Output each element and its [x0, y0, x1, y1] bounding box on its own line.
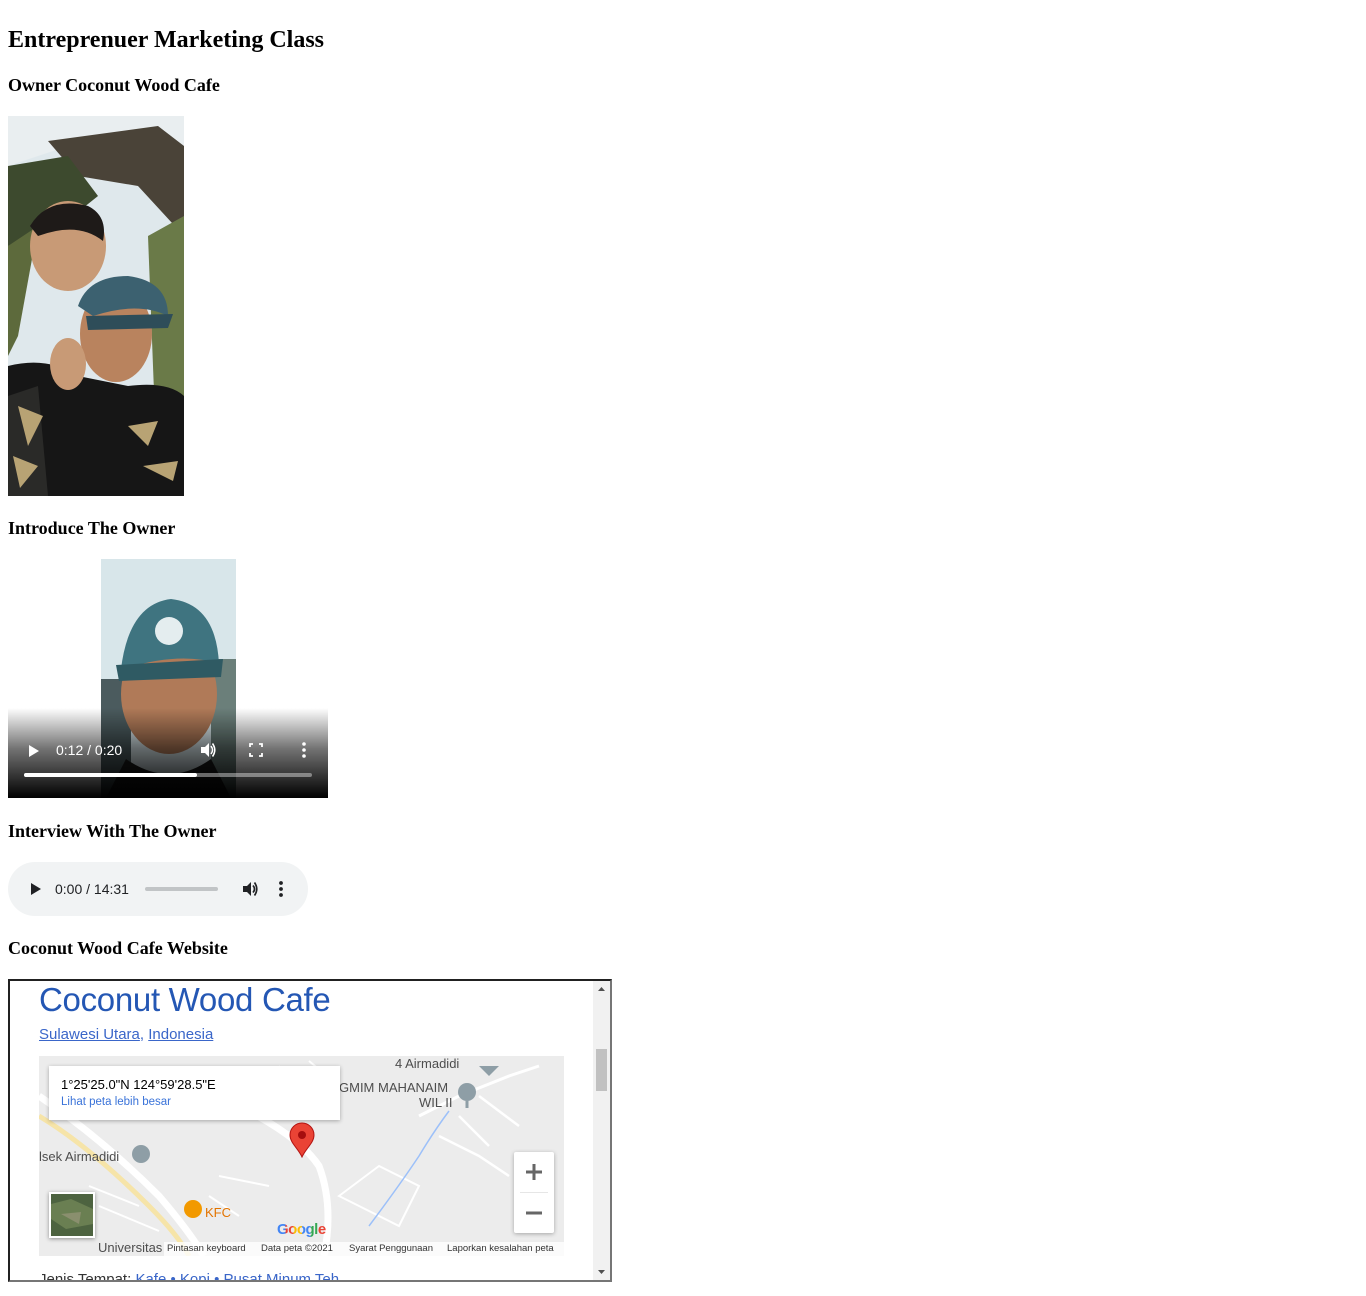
audio-heading: Interview With The Owner: [8, 821, 217, 841]
map-coords: 1°25'25.0"N 124°59'28.5"E: [61, 1077, 216, 1092]
google-map[interactable]: 4 Airmadidi GMIM MAHANAIM WIL II lsek Ai…: [39, 1056, 564, 1256]
zoom-in-icon[interactable]: [514, 1152, 554, 1192]
map-label: WIL II: [419, 1095, 453, 1110]
map-label: KFC: [205, 1205, 231, 1220]
map-footer: Pintasan keyboard Data peta ©2021 Syarat…: [164, 1242, 564, 1256]
play-icon[interactable]: [24, 742, 42, 760]
website-iframe[interactable]: Coconut Wood Cafe Sulawesi Utara, Indone…: [8, 979, 612, 1282]
page-title: Entreprenuer Marketing Class: [8, 27, 324, 53]
place-type-label: Jenis Tempat:: [39, 1271, 132, 1282]
place-type: Jenis Tempat: Kafe • Kopi • Pusat Minum …: [39, 1271, 339, 1282]
larger-map-link[interactable]: Lihat peta lebih besar: [61, 1096, 171, 1108]
google-logo: Google: [277, 1221, 326, 1238]
more-vert-icon[interactable]: [300, 741, 308, 759]
map-info-card: 1°25'25.0"N 124°59'28.5"E Lihat peta leb…: [49, 1066, 340, 1120]
map-label: lsek Airmadidi: [39, 1149, 120, 1164]
map-zoom-control: [514, 1152, 554, 1233]
location-link-country[interactable]: Indonesia: [148, 1026, 213, 1043]
video-heading: Introduce The Owner: [8, 518, 176, 538]
video-time: 0:12 / 0:20: [56, 742, 123, 758]
website-heading: Coconut Wood Cafe Website: [8, 938, 228, 958]
zoom-out-icon[interactable]: [514, 1193, 554, 1233]
map-label: GMIM MAHANAIM: [339, 1080, 449, 1095]
keyboard-shortcuts-link[interactable]: Pintasan keyboard: [167, 1243, 246, 1254]
map-label: 4 Airmadidi: [395, 1056, 460, 1071]
site-location: Sulawesi Utara, Indonesia: [39, 1026, 213, 1043]
volume-icon[interactable]: [199, 741, 217, 759]
scroll-up-icon[interactable]: [593, 981, 610, 998]
play-icon[interactable]: [26, 880, 44, 898]
scroll-down-icon[interactable]: [593, 1263, 610, 1280]
map-data-label: Data peta ©2021: [261, 1243, 333, 1254]
satellite-toggle[interactable]: [49, 1192, 95, 1238]
owner-heading: Owner Coconut Wood Cafe: [8, 75, 220, 95]
location-link-province[interactable]: Sulawesi Utara: [39, 1026, 140, 1043]
scrollbar-thumb[interactable]: [596, 1049, 607, 1091]
video-progress-bar[interactable]: [24, 773, 312, 777]
map-pin-icon[interactable]: [289, 1122, 315, 1158]
location-separator: ,: [139, 1026, 149, 1043]
fullscreen-icon[interactable]: [248, 741, 264, 759]
report-error-link[interactable]: Laporkan kesalahan peta: [447, 1243, 554, 1254]
video-player[interactable]: 0:12 / 0:20: [8, 559, 328, 798]
audio-player[interactable]: 0:00 / 14:31: [8, 862, 308, 916]
google-logo-text: Google: [277, 1221, 326, 1238]
audio-time: 0:00 / 14:31: [55, 881, 129, 897]
audio-progress-bar[interactable]: [145, 887, 218, 891]
terms-link[interactable]: Syarat Penggunaan: [349, 1243, 433, 1254]
place-type-link[interactable]: Kafe • Kopi • Pusat Minum Teh: [135, 1271, 339, 1280]
owner-photo: [8, 116, 184, 496]
more-vert-icon[interactable]: [277, 879, 285, 899]
site-title[interactable]: Coconut Wood Cafe: [39, 981, 331, 1019]
map-label: Universitas: [98, 1240, 163, 1255]
iframe-scrollbar[interactable]: [593, 981, 610, 1280]
volume-icon[interactable]: [240, 879, 260, 899]
video-progress-fill: [24, 773, 197, 777]
